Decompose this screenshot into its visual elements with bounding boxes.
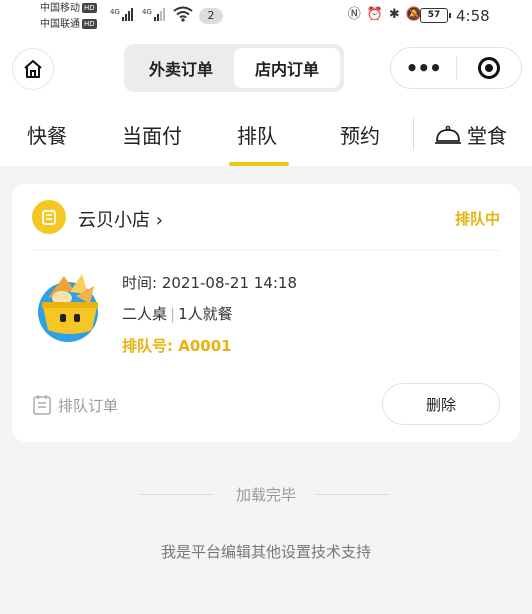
tab-divider [413, 118, 414, 150]
system-icons: Ⓝ ⏰ ✱ 🔕 [348, 6, 422, 24]
status-bar: 中国移动 HD 中国联通 HD 4G 4G 2 Ⓝ ⏰ ✱ 🔕 57 4:58 [0, 0, 532, 36]
target-icon [477, 57, 500, 79]
order-status-badge: 排队中 [454, 210, 500, 228]
wifi-icon [173, 6, 193, 22]
order-table-info: 二人桌 | 1人就餐 [122, 303, 233, 324]
carrier-2-name: 中国联通 [40, 19, 80, 30]
signal-icon-1: 4G [110, 8, 133, 21]
tab-queue[interactable]: 排队 [237, 120, 277, 149]
shop-name-link[interactable]: 云贝小店 › [78, 206, 163, 232]
active-tab-indicator [229, 162, 289, 166]
notification-count-badge: 2 [199, 8, 223, 24]
carrier-1-name: 中国移动 [40, 3, 80, 14]
loaded-divider-right [316, 494, 390, 495]
signal-icon-2: 4G [142, 8, 165, 21]
info-separator: | [170, 305, 176, 323]
clipboard-icon [33, 395, 51, 415]
battery-icon: 57 [420, 8, 451, 23]
order-type-switcher: 外卖订单 店内订单 [124, 44, 344, 92]
tab-dine-in[interactable]: 堂食 [434, 120, 507, 149]
carrier-2: 中国联通 HD [40, 19, 97, 31]
chevron-right-icon: › [155, 210, 163, 231]
tab-dine-in-label: 堂食 [467, 124, 507, 148]
queue-number: 排队号: A0001 [122, 335, 232, 356]
platform-support-text: 我是平台编辑其他设置技术支持 [160, 543, 371, 561]
segment-delivery-orders[interactable]: 外卖订单 [128, 48, 234, 88]
more-icon[interactable]: ••• [391, 48, 456, 88]
order-time: 时间: 2021-08-21 14:18 [122, 272, 297, 293]
category-tabs: 快餐 当面付 排队 预约 堂食 [0, 100, 532, 166]
order-time-value: 2021-08-21 14:18 [161, 274, 298, 292]
queue-number-label: 排队号: [122, 337, 173, 355]
segment-in-store-orders[interactable]: 店内订单 [234, 48, 340, 88]
home-button[interactable] [12, 48, 54, 90]
tab-fast-food[interactable]: 快餐 [27, 120, 67, 149]
delete-order-button[interactable]: 删除 [382, 383, 500, 425]
tab-reservation[interactable]: 预约 [340, 120, 380, 149]
close-mini-program-button[interactable] [457, 48, 522, 88]
card-divider [32, 250, 500, 251]
hd-badge-1: HD [82, 3, 97, 13]
tab-pay-in-person[interactable]: 当面付 [122, 120, 182, 149]
shop-icon [32, 200, 66, 234]
bluetooth-icon: ✱ [388, 7, 400, 22]
mini-program-capsule: ••• [390, 47, 522, 89]
queue-number-value: A0001 [178, 337, 232, 355]
alarm-icon: ⏰ [366, 7, 383, 22]
loaded-complete-text: 加载完毕 [235, 486, 296, 504]
party-size: 1人就餐 [178, 305, 233, 323]
clock: 4:58 [456, 7, 490, 25]
home-icon [24, 60, 42, 78]
carrier-1: 中国移动 HD [40, 3, 97, 15]
table-type: 二人桌 [122, 305, 168, 323]
network-type-1: 4G [110, 8, 120, 16]
order-time-label: 时间: [122, 274, 158, 292]
order-type-tag-label: 排队订单 [58, 396, 119, 415]
food-basket-icon [38, 274, 98, 342]
order-card[interactable]: 云贝小店 › 排队中 时间: 2021-08-21 14:18 二人桌 | 1人就餐… [12, 184, 520, 442]
network-type-2: 4G [142, 8, 152, 16]
shop-name: 云贝小店 [78, 210, 150, 231]
nfc-icon: Ⓝ [347, 7, 361, 22]
order-type-tag: 排队订单 [32, 394, 118, 416]
cloche-icon [435, 125, 461, 144]
hd-badge-2: HD [82, 19, 97, 29]
nav-header: 外卖订单 店内订单 ••• [0, 36, 532, 100]
